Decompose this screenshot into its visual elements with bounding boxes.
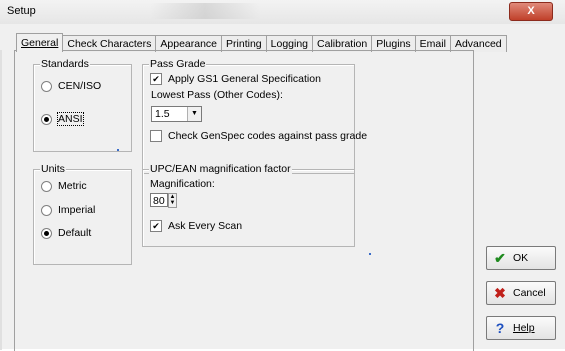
magnification-input[interactable]: 80 (150, 193, 168, 207)
left-edge (0, 50, 2, 350)
radio-metric-label: Metric (58, 180, 87, 192)
window-title: Setup (7, 5, 36, 17)
help-button-label: Help (513, 322, 535, 334)
setup-dialog: General Check Characters Appearance Prin… (0, 24, 565, 351)
chevron-down-icon[interactable]: ▼ (187, 107, 201, 121)
magnification-group: UPC/EAN magnification factor Magnificati… (142, 162, 355, 247)
cancel-button[interactable]: ✖ Cancel (486, 281, 556, 305)
magnification-group-label: UPC/EAN magnification factor (149, 162, 292, 176)
radio-button-selected-icon (41, 113, 52, 125)
question-icon: ? (495, 320, 505, 336)
units-group: Units Metric Imperial Default (33, 162, 132, 265)
tab-general[interactable]: General (16, 33, 64, 52)
radio-metric[interactable]: Metric (41, 180, 87, 192)
pass-grade-group-label: Pass Grade (149, 57, 207, 71)
title-bar: Setup X (0, 0, 565, 25)
radio-button-icon (41, 204, 52, 216)
checkbox-checked-icon: ✔ (150, 73, 162, 85)
magnification-stepper[interactable]: 80 ▲ ▼ (150, 193, 177, 208)
radio-default[interactable]: Default (41, 227, 91, 239)
x-icon: ✖ (494, 284, 506, 301)
spin-arrows-icon[interactable]: ▲ ▼ (168, 193, 177, 208)
apply-gs1-checkbox[interactable]: ✔ Apply GS1 General Specification (150, 73, 321, 85)
checkmark-icon: ✔ (494, 249, 506, 266)
check-genspec-label: Check GenSpec codes against pass grade (168, 130, 368, 142)
tab-strip: General Check Characters Appearance Prin… (16, 33, 507, 52)
stray-pixel (369, 253, 371, 255)
checkbox-checked-icon: ✔ (150, 220, 162, 232)
standards-group: Standards CEN/ISO ANSI (33, 57, 132, 152)
radio-cen-iso-label: CEN/ISO (58, 80, 102, 92)
stray-pixel (117, 149, 119, 151)
radio-imperial-label: Imperial (58, 204, 96, 216)
apply-gs1-label: Apply GS1 General Specification (168, 73, 321, 85)
ok-button[interactable]: ✔ OK (486, 246, 556, 270)
radio-cen-iso[interactable]: CEN/ISO (41, 80, 101, 92)
radio-button-selected-icon (41, 227, 52, 239)
radio-button-icon (41, 80, 52, 92)
radio-ansi[interactable]: ANSI (41, 112, 84, 126)
lowest-pass-select[interactable]: 1.5 ▼ (151, 106, 202, 122)
radio-imperial[interactable]: Imperial (41, 204, 95, 216)
radio-default-label: Default (58, 227, 92, 239)
title-bar-decoration (150, 3, 260, 19)
units-group-label: Units (40, 162, 66, 176)
radio-button-icon (41, 180, 52, 192)
ask-every-scan-label: Ask Every Scan (168, 220, 243, 232)
standards-group-label: Standards (40, 57, 90, 71)
help-button[interactable]: ? Help (486, 316, 556, 340)
pass-grade-group: Pass Grade ✔ Apply GS1 General Specifica… (142, 57, 367, 174)
cancel-button-label: Cancel (513, 287, 546, 299)
radio-ansi-label: ANSI (57, 112, 84, 126)
ok-button-label: OK (513, 252, 529, 264)
ask-every-scan-checkbox[interactable]: ✔ Ask Every Scan (150, 220, 242, 232)
magnification-label: Magnification: (150, 178, 215, 190)
lowest-pass-label: Lowest Pass (Other Codes): (151, 89, 283, 101)
check-genspec-checkbox[interactable]: Check GenSpec codes against pass grade (150, 130, 367, 142)
lowest-pass-value: 1.5 (155, 108, 170, 120)
checkbox-unchecked-icon (150, 130, 162, 142)
close-button[interactable]: X (509, 2, 553, 21)
